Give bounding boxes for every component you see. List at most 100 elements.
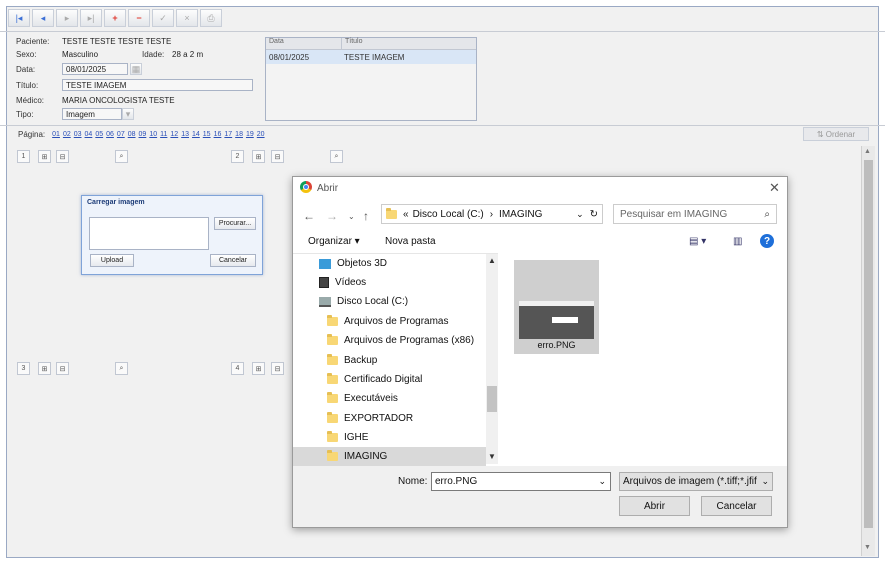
page-link[interactable]: 06 — [106, 131, 114, 138]
page-link[interactable]: 10 — [149, 131, 157, 138]
add-image-icon[interactable]: ⊞ — [38, 150, 51, 163]
table-row[interactable]: 08/01/2025 TESTE IMAGEM — [266, 50, 476, 64]
new-folder-button[interactable]: Nova pasta — [385, 236, 436, 247]
print-icon[interactable]: ⎙ — [200, 9, 222, 27]
close-icon[interactable]: ✕ — [769, 180, 780, 196]
scroll-up-icon[interactable]: ▲ — [488, 256, 496, 265]
search-icon: ⌕ — [764, 208, 770, 220]
page-link[interactable]: 15 — [203, 131, 211, 138]
file-name-input[interactable]: erro.PNG ⌄ — [431, 472, 611, 491]
page-link[interactable]: 13 — [181, 131, 189, 138]
page-link[interactable]: 04 — [85, 131, 93, 138]
page-link[interactable]: 14 — [192, 131, 200, 138]
help-icon[interactable]: ? — [760, 234, 774, 248]
remove-image-icon[interactable]: ⊟ — [271, 150, 284, 163]
remove-image-icon[interactable]: ⊟ — [56, 150, 69, 163]
upload-file-area[interactable] — [89, 217, 209, 250]
page-link[interactable]: 11 — [160, 131, 167, 138]
previous-record-icon[interactable]: ◂ — [32, 9, 54, 27]
data-field[interactable]: 08/01/2025 — [62, 63, 128, 75]
tree-item[interactable]: Arquivos de Programas — [327, 312, 493, 331]
upload-button[interactable]: Upload — [90, 254, 134, 267]
tree-item[interactable]: EXPORTADOR — [327, 409, 493, 428]
breadcrumb-disk[interactable]: Disco Local (C:) — [413, 209, 484, 220]
cancel-button[interactable]: Cancelar — [701, 496, 772, 516]
dialog-footer: Nome: erro.PNG ⌄ Arquivos de imagem (*.t… — [293, 466, 787, 527]
page-link[interactable]: 19 — [246, 131, 254, 138]
last-record-icon[interactable]: ▸| — [80, 9, 102, 27]
scroll-thumb[interactable] — [864, 160, 873, 528]
folder-icon — [327, 450, 338, 461]
tree-item[interactable]: Executáveis — [327, 389, 493, 408]
page-link[interactable]: 17 — [224, 131, 232, 138]
ordenar-button[interactable]: ⇅ Ordenar — [803, 127, 869, 141]
chevron-down-icon[interactable]: ▾ — [122, 108, 134, 120]
page-link[interactable]: 01 — [52, 131, 60, 138]
refresh-icon[interactable]: ↻ — [590, 209, 598, 220]
page-link[interactable]: 18 — [235, 131, 243, 138]
forward-icon[interactable]: → — [326, 209, 338, 223]
remove-icon[interactable]: − — [128, 9, 150, 27]
chevron-down-icon[interactable]: ⌄ — [761, 476, 769, 487]
chevron-down-icon[interactable]: ⌄ — [576, 209, 584, 220]
view-options-icon[interactable]: ▤ ▾ — [689, 236, 706, 247]
page-link[interactable]: 09 — [139, 131, 147, 138]
tree-item[interactable]: IGHE — [327, 428, 493, 447]
page-link[interactable]: 20 — [257, 131, 265, 138]
page-link[interactable]: 02 — [63, 131, 71, 138]
zoom-icon[interactable]: ⌕ — [330, 150, 343, 163]
tree-item-selected[interactable]: IMAGING — [293, 447, 486, 466]
page-link[interactable]: 03 — [74, 131, 82, 138]
back-icon[interactable]: ← — [303, 209, 315, 223]
confirm-icon[interactable]: ✓ — [152, 9, 174, 27]
up-icon[interactable]: ↑ — [363, 209, 369, 223]
breadcrumb-more[interactable]: « — [403, 209, 409, 220]
tree-item[interactable]: Backup — [327, 351, 493, 370]
medico-label: Médico: — [16, 96, 45, 105]
upload-cancel-button[interactable]: Cancelar — [210, 254, 256, 267]
scroll-down-icon[interactable]: ▼ — [488, 452, 496, 461]
page-link[interactable]: 16 — [214, 131, 222, 138]
tree-item[interactable]: Arquivos de Programas (x86) — [327, 331, 493, 350]
chevron-down-icon[interactable]: ⌄ — [348, 212, 355, 221]
titulo-field[interactable]: TESTE IMAGEM — [62, 79, 253, 91]
preview-pane-icon[interactable]: ▥ — [733, 236, 742, 247]
organize-menu[interactable]: Organizar ▾ — [308, 236, 360, 247]
scroll-down-icon[interactable]: ▼ — [864, 544, 871, 551]
zoom-icon[interactable]: ⌕ — [115, 362, 128, 375]
address-bar[interactable]: « Disco Local (C:) › IMAGING ⌄ ↻ — [381, 204, 603, 224]
tree-item-label: Disco Local (C:) — [337, 296, 409, 307]
tree-item[interactable]: Vídeos — [319, 273, 493, 292]
next-record-icon[interactable]: ▸ — [56, 9, 78, 27]
breadcrumb-imaging[interactable]: IMAGING — [499, 209, 542, 220]
tree-scrollbar[interactable]: ▲ ▼ — [486, 254, 498, 464]
chevron-down-icon[interactable]: ⌄ — [598, 476, 606, 487]
search-input[interactable]: Pesquisar em IMAGING ⌕ — [613, 204, 777, 224]
page-link[interactable]: 12 — [170, 131, 178, 138]
open-button[interactable]: Abrir — [619, 496, 690, 516]
calendar-icon[interactable]: ▦ — [130, 63, 142, 75]
scroll-up-icon[interactable]: ▲ — [864, 148, 871, 155]
page-link[interactable]: 07 — [117, 131, 125, 138]
tipo-select[interactable]: Imagem — [62, 108, 122, 120]
page-link[interactable]: 05 — [95, 131, 103, 138]
file-item[interactable]: erro.PNG — [514, 260, 599, 354]
cancel-icon[interactable]: × — [176, 9, 198, 27]
tree-item[interactable]: Disco Local (C:) — [319, 292, 493, 311]
add-image-icon[interactable]: ⊞ — [38, 362, 51, 375]
page-scrollbar[interactable]: ▲ ▼ — [861, 146, 875, 556]
tree-scroll-thumb[interactable] — [487, 386, 497, 412]
first-record-icon[interactable]: |◂ — [8, 9, 30, 27]
browse-button[interactable]: Procurar... — [214, 217, 256, 230]
file-type-select[interactable]: Arquivos de imagem (*.tiff;*.jfif ⌄ — [619, 472, 773, 491]
zoom-icon[interactable]: ⌕ — [115, 150, 128, 163]
add-image-icon[interactable]: ⊞ — [252, 362, 265, 375]
remove-image-icon[interactable]: ⊟ — [56, 362, 69, 375]
tree-item[interactable]: Certificado Digital — [327, 370, 493, 389]
add-image-icon[interactable]: ⊞ — [252, 150, 265, 163]
remove-image-icon[interactable]: ⊟ — [271, 362, 284, 375]
tree-item[interactable]: Objetos 3D — [319, 254, 493, 273]
folder-icon — [327, 315, 338, 326]
add-icon[interactable]: + — [104, 9, 126, 27]
page-link[interactable]: 08 — [128, 131, 136, 138]
